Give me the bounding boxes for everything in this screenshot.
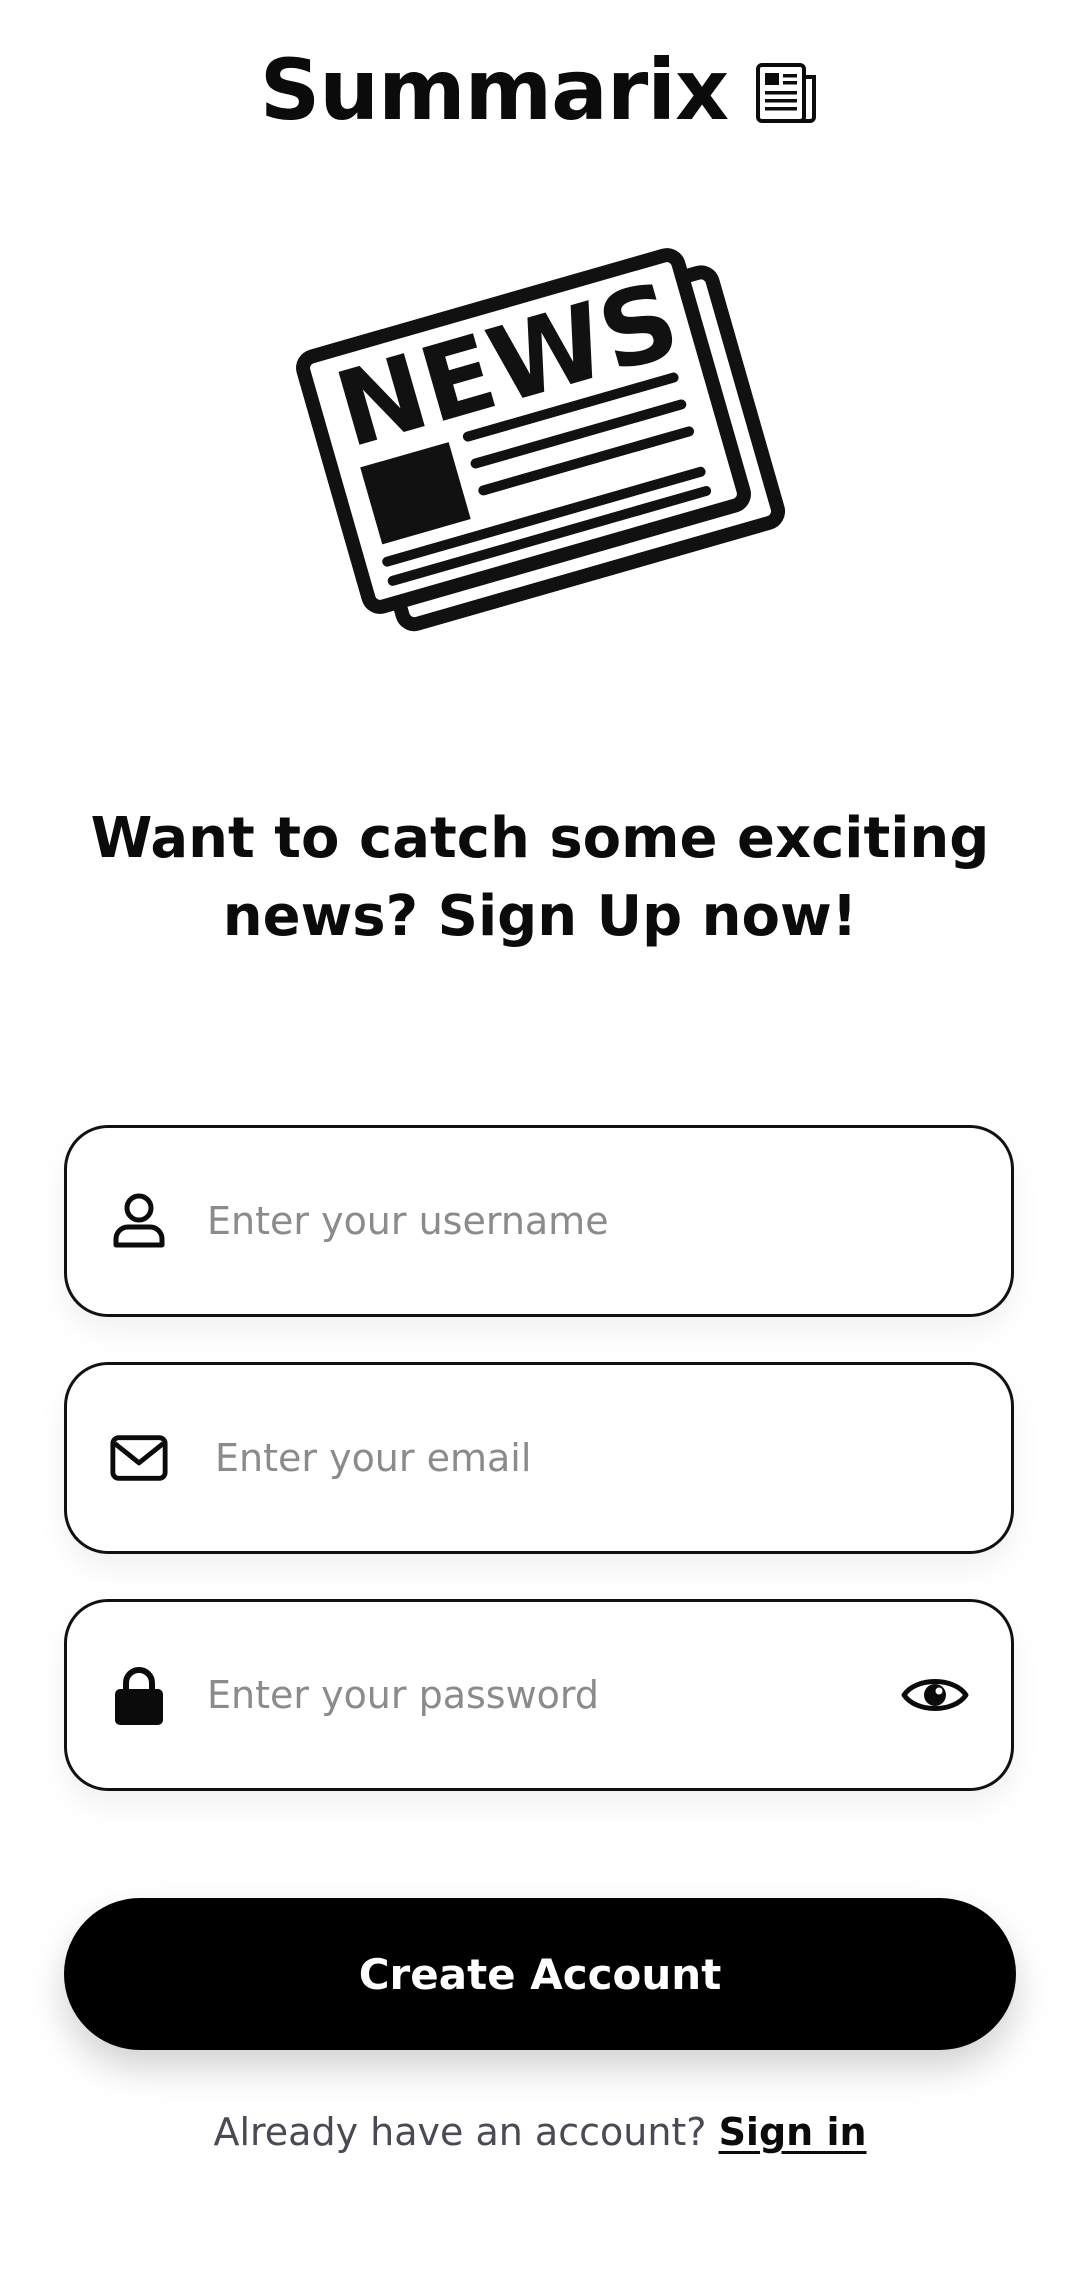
password-input[interactable] (205, 1654, 891, 1736)
signin-prompt: Already have an account? Sign in (0, 2110, 1080, 2154)
lock-icon (109, 1663, 169, 1727)
app-header: Summarix (0, 40, 1080, 140)
create-account-button[interactable]: Create Account (64, 1898, 1016, 2050)
app-title: Summarix (259, 41, 729, 139)
username-field[interactable] (64, 1125, 1014, 1317)
headline-suffix: now! (682, 884, 858, 949)
email-input[interactable] (213, 1417, 891, 1499)
newspaper-icon (754, 61, 820, 127)
username-input[interactable] (205, 1180, 891, 1262)
signin-link[interactable]: Sign in (719, 2110, 867, 2154)
user-icon (109, 1189, 169, 1253)
headline-line-1: Want to catch some exciting (90, 806, 990, 871)
signup-headline: Want to catch some exciting news? Sign U… (80, 800, 1000, 956)
signin-prompt-text: Already have an account? (213, 2110, 719, 2154)
headline-line-2: news? Sign Up now! (80, 878, 1000, 956)
email-field[interactable] (64, 1362, 1014, 1554)
headline-prefix: news? (222, 884, 438, 949)
news-illustration-icon: NEWS (295, 245, 786, 645)
eye-icon[interactable] (899, 1667, 971, 1723)
headline-emphasis: Sign Up (437, 884, 683, 949)
password-field[interactable] (64, 1599, 1014, 1791)
envelope-icon (109, 1426, 169, 1490)
